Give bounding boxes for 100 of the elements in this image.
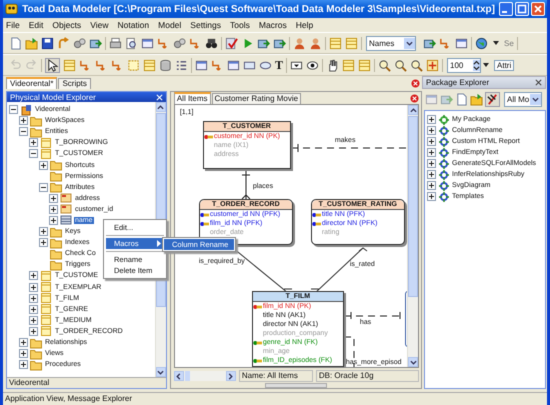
- caret-icon[interactable]: [483, 62, 490, 68]
- radio-icon[interactable]: [306, 58, 320, 72]
- expand-icon[interactable]: [19, 349, 28, 358]
- scroll-right-button[interactable]: [226, 371, 236, 381]
- menu-item[interactable]: Settings: [190, 20, 222, 30]
- scroll-up-button[interactable]: [408, 105, 418, 115]
- selection-icon[interactable]: [127, 58, 140, 72]
- expand-icon[interactable]: [49, 204, 58, 214]
- window-icon[interactable]: [141, 36, 154, 50]
- expand-icon[interactable]: [29, 271, 38, 280]
- document-icon[interactable]: [455, 92, 468, 106]
- window-icon[interactable]: [455, 36, 468, 50]
- scroll-left-button[interactable]: [174, 371, 184, 381]
- menu-item[interactable]: Model: [158, 20, 182, 30]
- document-tab[interactable]: Scripts: [58, 78, 91, 89]
- database-icon[interactable]: [159, 58, 172, 72]
- expand-icon[interactable]: [49, 194, 58, 203]
- maximize-button[interactable]: [515, 2, 529, 16]
- horizontal-scrollbar[interactable]: [174, 371, 236, 381]
- filter-dropdown[interactable]: All Mo: [504, 92, 542, 106]
- close-icon[interactable]: [411, 79, 420, 88]
- save-icon[interactable]: [41, 36, 54, 50]
- expand-icon[interactable]: [427, 170, 436, 179]
- collapse-icon[interactable]: [19, 127, 28, 136]
- zoom-spinner[interactable]: 100: [447, 58, 482, 72]
- list-icon[interactable]: [175, 58, 188, 72]
- expand-icon[interactable]: [39, 160, 48, 170]
- expand-icon[interactable]: [427, 115, 436, 124]
- expand-icon[interactable]: [49, 216, 58, 225]
- window-icon[interactable]: [227, 58, 240, 72]
- fit-icon[interactable]: [426, 58, 440, 72]
- relation-icon[interactable]: [157, 36, 170, 50]
- menu-item[interactable]: Help: [296, 20, 314, 30]
- expand-icon[interactable]: [427, 126, 436, 135]
- globe-icon[interactable]: [475, 36, 488, 50]
- diagram-tab[interactable]: Customer Rating Movie: [212, 93, 302, 104]
- relation-icon[interactable]: [211, 58, 224, 72]
- menu-item[interactable]: File: [6, 20, 20, 30]
- minimize-button[interactable]: [499, 2, 513, 16]
- close-icon[interactable]: [410, 94, 419, 103]
- pointer-icon[interactable]: [45, 58, 60, 72]
- menu-item[interactable]: View: [90, 20, 108, 30]
- relation-icon[interactable]: [95, 58, 108, 72]
- checkmark-icon[interactable]: [225, 36, 238, 50]
- expand-icon[interactable]: [19, 360, 28, 370]
- expand-icon[interactable]: [29, 294, 38, 303]
- expand-icon[interactable]: [19, 116, 28, 126]
- person-icon[interactable]: [293, 36, 306, 50]
- relation-icon[interactable]: [111, 58, 124, 72]
- close-button[interactable]: [531, 2, 545, 16]
- scroll-down-button[interactable]: [408, 357, 418, 367]
- expand-icon[interactable]: [427, 181, 436, 190]
- caret-icon[interactable]: [493, 40, 499, 46]
- expand-icon[interactable]: [29, 304, 38, 314]
- expand-icon[interactable]: [427, 192, 436, 201]
- expand-icon[interactable]: [39, 238, 48, 248]
- scrollbar-thumb[interactable]: [184, 371, 190, 381]
- names-dropdown[interactable]: Names: [366, 36, 416, 50]
- search-field[interactable]: Se: [504, 38, 514, 48]
- menu-item[interactable]: Tools: [230, 20, 250, 30]
- expand-icon[interactable]: [29, 316, 38, 325]
- scroll-down-button[interactable]: [156, 367, 166, 377]
- scroll-up-button[interactable]: [156, 102, 166, 112]
- printer-icon[interactable]: [109, 36, 122, 50]
- document-tab[interactable]: Videorental*: [6, 77, 58, 89]
- zoom-icon[interactable]: [378, 58, 392, 72]
- collapse-icon[interactable]: [29, 149, 38, 158]
- expand-icon[interactable]: [39, 227, 48, 236]
- document-icon[interactable]: [9, 36, 22, 50]
- menu-item[interactable]: Notation: [117, 20, 150, 30]
- person-icon[interactable]: [309, 36, 322, 50]
- relation-icon[interactable]: [439, 36, 452, 50]
- attribute-dropdown[interactable]: Attri: [494, 60, 514, 70]
- splitter-handle[interactable]: [264, 383, 327, 388]
- table-icon: [40, 292, 52, 304]
- zoom-icon[interactable]: [410, 58, 424, 72]
- expand-icon[interactable]: [427, 148, 436, 157]
- expand-icon[interactable]: [29, 282, 38, 292]
- folder-icon: [50, 170, 62, 182]
- expand-icon[interactable]: [29, 138, 38, 148]
- expand-icon[interactable]: [427, 137, 436, 146]
- menu-item[interactable]: Edit: [28, 20, 44, 30]
- folder-icon[interactable]: [470, 92, 483, 106]
- menu-item[interactable]: Objects: [52, 20, 82, 30]
- text-tool-button[interactable]: T: [275, 58, 284, 72]
- zoom-icon[interactable]: [394, 58, 408, 72]
- relation-icon[interactable]: [79, 58, 92, 72]
- magnifier-icon[interactable]: [125, 36, 138, 50]
- binoculars-icon[interactable]: [205, 36, 218, 50]
- expand-icon[interactable]: [19, 338, 28, 348]
- scrollbar-thumb[interactable]: [408, 116, 418, 297]
- close-icon[interactable]: [535, 79, 542, 86]
- menu-item[interactable]: Macros: [258, 20, 287, 30]
- window-icon[interactable]: [195, 58, 208, 72]
- diagram-tab[interactable]: All Items: [174, 92, 210, 104]
- collapse-icon[interactable]: [39, 182, 48, 192]
- expand-icon[interactable]: [427, 159, 436, 168]
- collapse-icon[interactable]: [9, 105, 18, 114]
- vertical-scrollbar[interactable]: [407, 105, 418, 367]
- expand-icon[interactable]: [29, 326, 38, 336]
